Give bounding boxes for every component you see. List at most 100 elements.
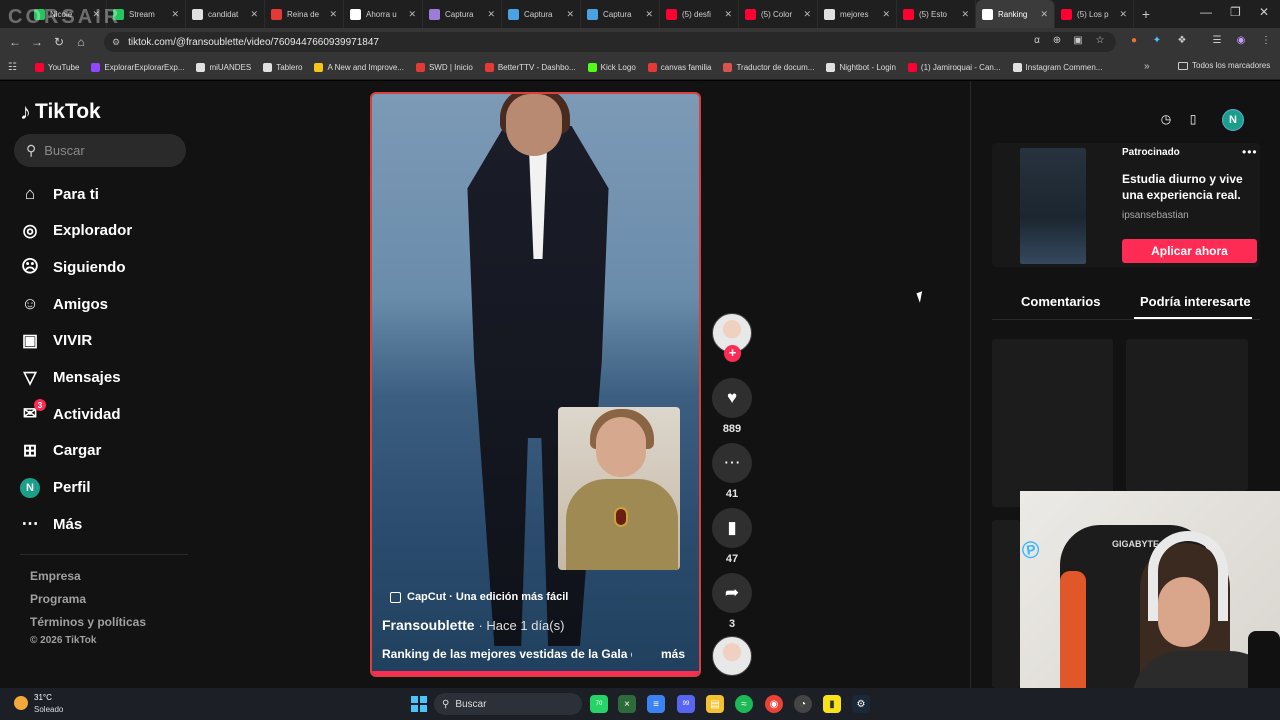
tab-close-icon[interactable]: ✕ — [961, 9, 969, 20]
bookmark-item[interactable]: miUANDES — [190, 63, 257, 72]
apply-now-button[interactable]: Aplicar ahora — [1122, 239, 1257, 263]
share-button[interactable]: ➦ — [712, 573, 752, 613]
tab-close-icon[interactable]: ✕ — [1040, 9, 1048, 20]
discord-icon[interactable]: 99 — [677, 695, 695, 713]
browser-tab[interactable]: (5) Color ✕ — [739, 0, 818, 28]
ad-thumbnail[interactable] — [1020, 148, 1086, 264]
video-author[interactable]: Fransoublette · Hace 1 día(s) — [382, 617, 564, 633]
comment-button[interactable]: ⋯ — [712, 443, 752, 483]
tab-search-icon[interactable]: ☰ — [1210, 35, 1224, 49]
browser-tab[interactable]: (5) Esto ✕ — [897, 0, 976, 28]
sidebar-item-vivir[interactable]: ▣ VIVIR — [20, 331, 92, 351]
bookmark-item[interactable]: YouTube — [29, 63, 85, 72]
like-button[interactable]: ♥ — [712, 378, 752, 418]
extension-icon[interactable]: ✦ — [1150, 35, 1164, 49]
windows-start-icon[interactable] — [411, 696, 427, 712]
tab-close-icon[interactable]: ✕ — [724, 9, 732, 20]
sidebar-item-cargar[interactable]: ⊞ Cargar — [20, 441, 101, 461]
extension-fox-icon[interactable]: ● — [1127, 35, 1141, 49]
bookmark-item[interactable]: Nightbot - Login — [820, 63, 901, 72]
reload-icon[interactable]: ↻ — [48, 35, 70, 49]
tab-close-icon[interactable]: ✕ — [171, 9, 179, 20]
back-icon[interactable]: ← — [4, 35, 26, 49]
zoom-icon[interactable]: ⊕ — [1050, 35, 1064, 49]
coin-icon[interactable]: ◷ — [1158, 112, 1174, 128]
taskbar-search[interactable]: ⚲ Buscar — [434, 693, 582, 715]
sidebar-item-más[interactable]: ⋯ Más — [20, 514, 83, 534]
whatsapp-icon[interactable]: 70 — [590, 695, 608, 713]
browser-tab[interactable]: Reina de ✕ — [265, 0, 344, 28]
browser-tab[interactable]: Ahorra u ✕ — [344, 0, 423, 28]
bookmark-item[interactable]: A New and Improve... — [308, 63, 409, 72]
browser-menu-icon[interactable]: ⋮ — [1259, 35, 1273, 49]
install-icon[interactable]: ▣ — [1071, 35, 1085, 49]
save-button[interactable]: ▮ — [712, 508, 752, 548]
tab-close-icon[interactable]: ✕ — [566, 9, 574, 20]
new-tab-icon[interactable]: + — [1134, 6, 1158, 22]
address-bar[interactable]: ⚙ tiktok.com/@fransoublette/video/760944… — [104, 32, 1116, 52]
spotify-icon[interactable]: ≈ — [735, 695, 753, 713]
url-text[interactable]: tiktok.com/@fransoublette/video/76094476… — [128, 37, 379, 48]
tab-close-icon[interactable]: ✕ — [803, 9, 811, 20]
bookmark-item[interactable]: (1) Jamiroquai - Can... — [902, 63, 1007, 72]
related-video-tile[interactable] — [992, 339, 1113, 507]
tab-close-icon[interactable]: ✕ — [645, 9, 653, 20]
tab-close-icon[interactable]: ✕ — [1119, 9, 1127, 20]
search-input[interactable]: ⚲ Buscar — [14, 134, 186, 167]
related-video-tile[interactable] — [992, 520, 1020, 688]
device-icon[interactable]: ▯ — [1185, 112, 1201, 128]
translate-icon[interactable]: α — [1030, 35, 1044, 49]
browser-tab[interactable]: Captura ✕ — [581, 0, 660, 28]
author-name[interactable]: Fransoublette — [382, 617, 475, 633]
site-info-icon[interactable]: ⚙ — [112, 37, 120, 48]
capcut-label[interactable]: CapCut · Una edición más fácil — [390, 591, 568, 603]
more-description-button[interactable]: más — [661, 647, 685, 661]
bookmarks-overflow-icon[interactable]: » — [1144, 61, 1150, 72]
bookmark-item[interactable]: BetterTTV - Dashbo... — [479, 63, 582, 72]
bookmark-item[interactable]: Traductor de docum... — [717, 63, 820, 72]
notepad-icon[interactable]: ≡ — [647, 695, 665, 713]
bookmark-item[interactable]: Kick Logo — [582, 63, 642, 72]
minimize-icon[interactable]: — — [1200, 5, 1212, 19]
footer-link-terms[interactable]: Términos y políticas — [30, 615, 146, 629]
weather-sun-icon[interactable] — [14, 696, 28, 710]
maximize-icon[interactable]: ❐ — [1230, 5, 1241, 19]
bookmark-item[interactable]: ExplorarExplorarExp... — [85, 63, 190, 72]
video-player[interactable]: CapCut · Una edición más fácil Fransoubl… — [370, 92, 701, 677]
tab-comments[interactable]: Comentarios — [1021, 294, 1100, 309]
bookmark-item[interactable]: SWD | Inicio — [410, 63, 479, 72]
tab-close-icon[interactable]: ✕ — [882, 9, 890, 20]
ad-handle[interactable]: ipsansebastian — [1122, 210, 1189, 221]
footer-link-company[interactable]: Empresa — [30, 569, 81, 583]
browser-tab[interactable]: (5) Los p ✕ — [1055, 0, 1134, 28]
forward-icon[interactable]: → — [26, 35, 48, 49]
browser-tab[interactable]: candidat ✕ — [186, 0, 265, 28]
steam-icon[interactable]: ⚙ — [852, 695, 870, 713]
chrome-icon[interactable]: ◉ — [765, 695, 783, 713]
sticky-notes-icon[interactable]: ▮ — [823, 695, 841, 713]
bookmark-item[interactable]: Tablero — [257, 63, 308, 72]
bookmark-item[interactable]: Instagram Commen... — [1007, 63, 1109, 72]
file-explorer-icon[interactable]: ▤ — [706, 695, 724, 713]
browser-tab[interactable]: Captura ✕ — [423, 0, 502, 28]
related-video-tile[interactable] — [1126, 339, 1248, 491]
user-avatar[interactable]: N — [1222, 109, 1244, 131]
sidebar-item-perfil[interactable]: N Perfil — [20, 477, 91, 498]
sidebar-item-explorador[interactable]: ◎ Explorador — [20, 221, 133, 241]
tab-close-icon[interactable]: ✕ — [250, 9, 258, 20]
browser-tab[interactable]: mejores ✕ — [818, 0, 897, 28]
bookmark-item[interactable]: canvas familia — [642, 63, 718, 72]
sidebar-item-siguiendo[interactable]: ☹ Siguiendo — [20, 257, 125, 277]
bookmark-star-icon[interactable]: ☆ — [1093, 35, 1107, 49]
weather-condition[interactable]: Soleado — [34, 705, 63, 714]
follow-plus-icon[interactable]: + — [724, 345, 741, 362]
close-window-icon[interactable]: ✕ — [1259, 5, 1269, 19]
tab-close-icon[interactable]: ✕ — [487, 9, 495, 20]
all-bookmarks[interactable]: Todos los marcadores — [1178, 61, 1270, 70]
tab-related[interactable]: Podría interesarte — [1140, 294, 1251, 309]
footer-link-program[interactable]: Programa — [30, 592, 86, 606]
browser-profile-icon[interactable]: ◉ — [1234, 35, 1248, 49]
obs-icon[interactable]: ◔ — [794, 695, 812, 713]
sound-avatar[interactable] — [712, 636, 752, 676]
tiktok-logo[interactable]: ♪ TikTok — [20, 99, 101, 125]
